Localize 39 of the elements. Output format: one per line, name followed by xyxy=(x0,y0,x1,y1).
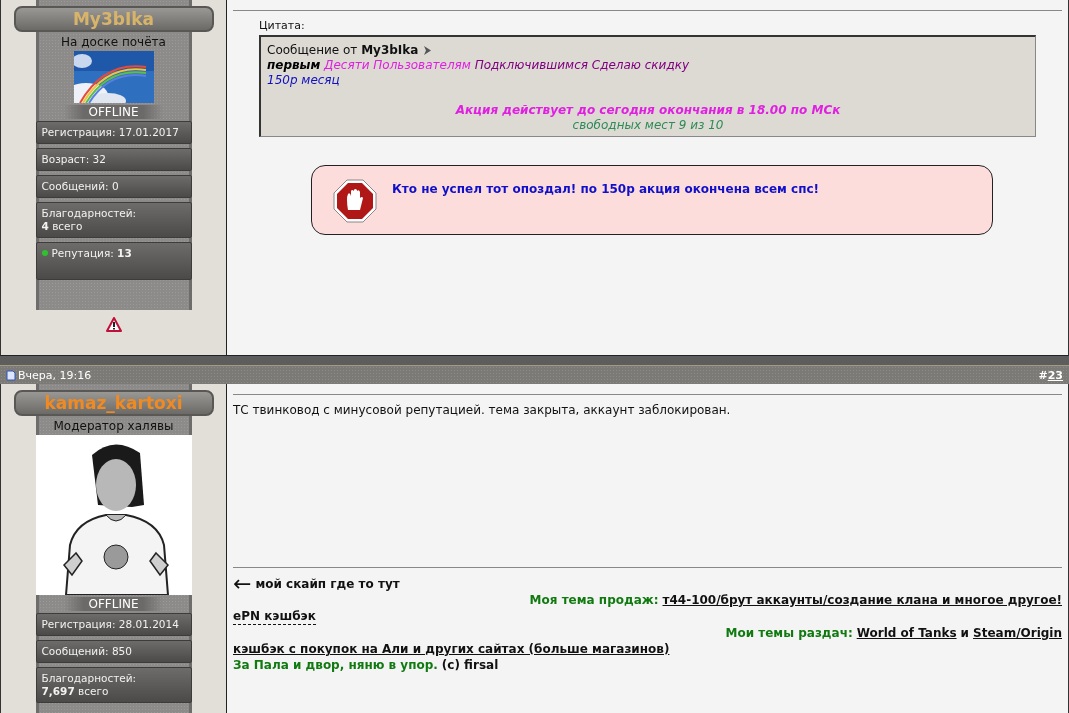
stat-text: Репутация: 13 xyxy=(51,247,132,259)
stat-field: Регистрация: 28.01.2014 xyxy=(35,613,192,636)
status-label: OFFLINE xyxy=(64,597,163,611)
signature-text: (с) firsal xyxy=(441,657,499,673)
signature-link[interactable]: ePN кэшбэк xyxy=(233,608,316,625)
user-title: На доске почёта xyxy=(61,35,166,49)
user-title: Модератор халявы xyxy=(53,419,174,433)
post-date: Вчера, 19:16 xyxy=(18,368,92,382)
signature-text: мой скайп где то тут xyxy=(255,576,400,592)
stat-field: Сообщений: 850 xyxy=(35,640,192,663)
quote-label: Цитата: xyxy=(259,19,306,32)
signature-text: и xyxy=(960,625,969,641)
reputation-icon xyxy=(41,250,48,256)
arrow-icon: ← xyxy=(233,576,252,592)
stop-icon xyxy=(332,178,378,224)
post-icon xyxy=(6,369,16,381)
status-label: OFFLINE xyxy=(64,105,163,119)
stat-field: Сообщений: 0 xyxy=(35,175,192,198)
quote-text: 150р месяц xyxy=(267,73,341,87)
quote-text: Акция действует до сегодня окончания в 18.00 по МСк xyxy=(454,103,842,117)
signature-text: Моя тема продаж: xyxy=(529,592,659,608)
quote-text: свободных мест 9 из 10 xyxy=(571,118,725,132)
signature-link[interactable]: Steam/Origin xyxy=(973,625,1062,641)
post-text: ТС твинковод с минусовой репутацией. тема закрыта, аккаунт заблокирован. xyxy=(233,403,732,417)
quote-text: первым Десяти Пользователям Подключившимся Сделаю скидку xyxy=(267,58,691,72)
stat-field: Возраст: 32 xyxy=(35,148,192,171)
signature-link[interactable]: т44-100/брут аккаунты/создание клана и многое другое! xyxy=(662,592,1062,608)
signature-link[interactable]: World of Tanks xyxy=(856,625,957,641)
stat-field: Благодарностей: 4 всего xyxy=(35,202,192,238)
signature-text: За Пала и двор, няню в упор. xyxy=(233,657,438,673)
stat-field: Благодарностей: 7,697 всего xyxy=(35,667,192,703)
signature-text: Мои темы раздач: xyxy=(725,625,853,641)
report-icon[interactable] xyxy=(105,316,122,332)
stat-field: Регистрация: 17.01.2017 xyxy=(35,121,192,144)
notice-text: Кто не успел тот опоздал! по 150р акция окончена всем спс! xyxy=(392,182,820,196)
post-number[interactable]: #23 xyxy=(1038,368,1063,382)
signature-link[interactable]: кэшбэк с покупок на Али и других сайтах (больше магазинов) xyxy=(233,641,670,657)
quote-author: Сообщение от My3bIka xyxy=(267,43,419,57)
arrow-icon[interactable] xyxy=(422,44,433,56)
